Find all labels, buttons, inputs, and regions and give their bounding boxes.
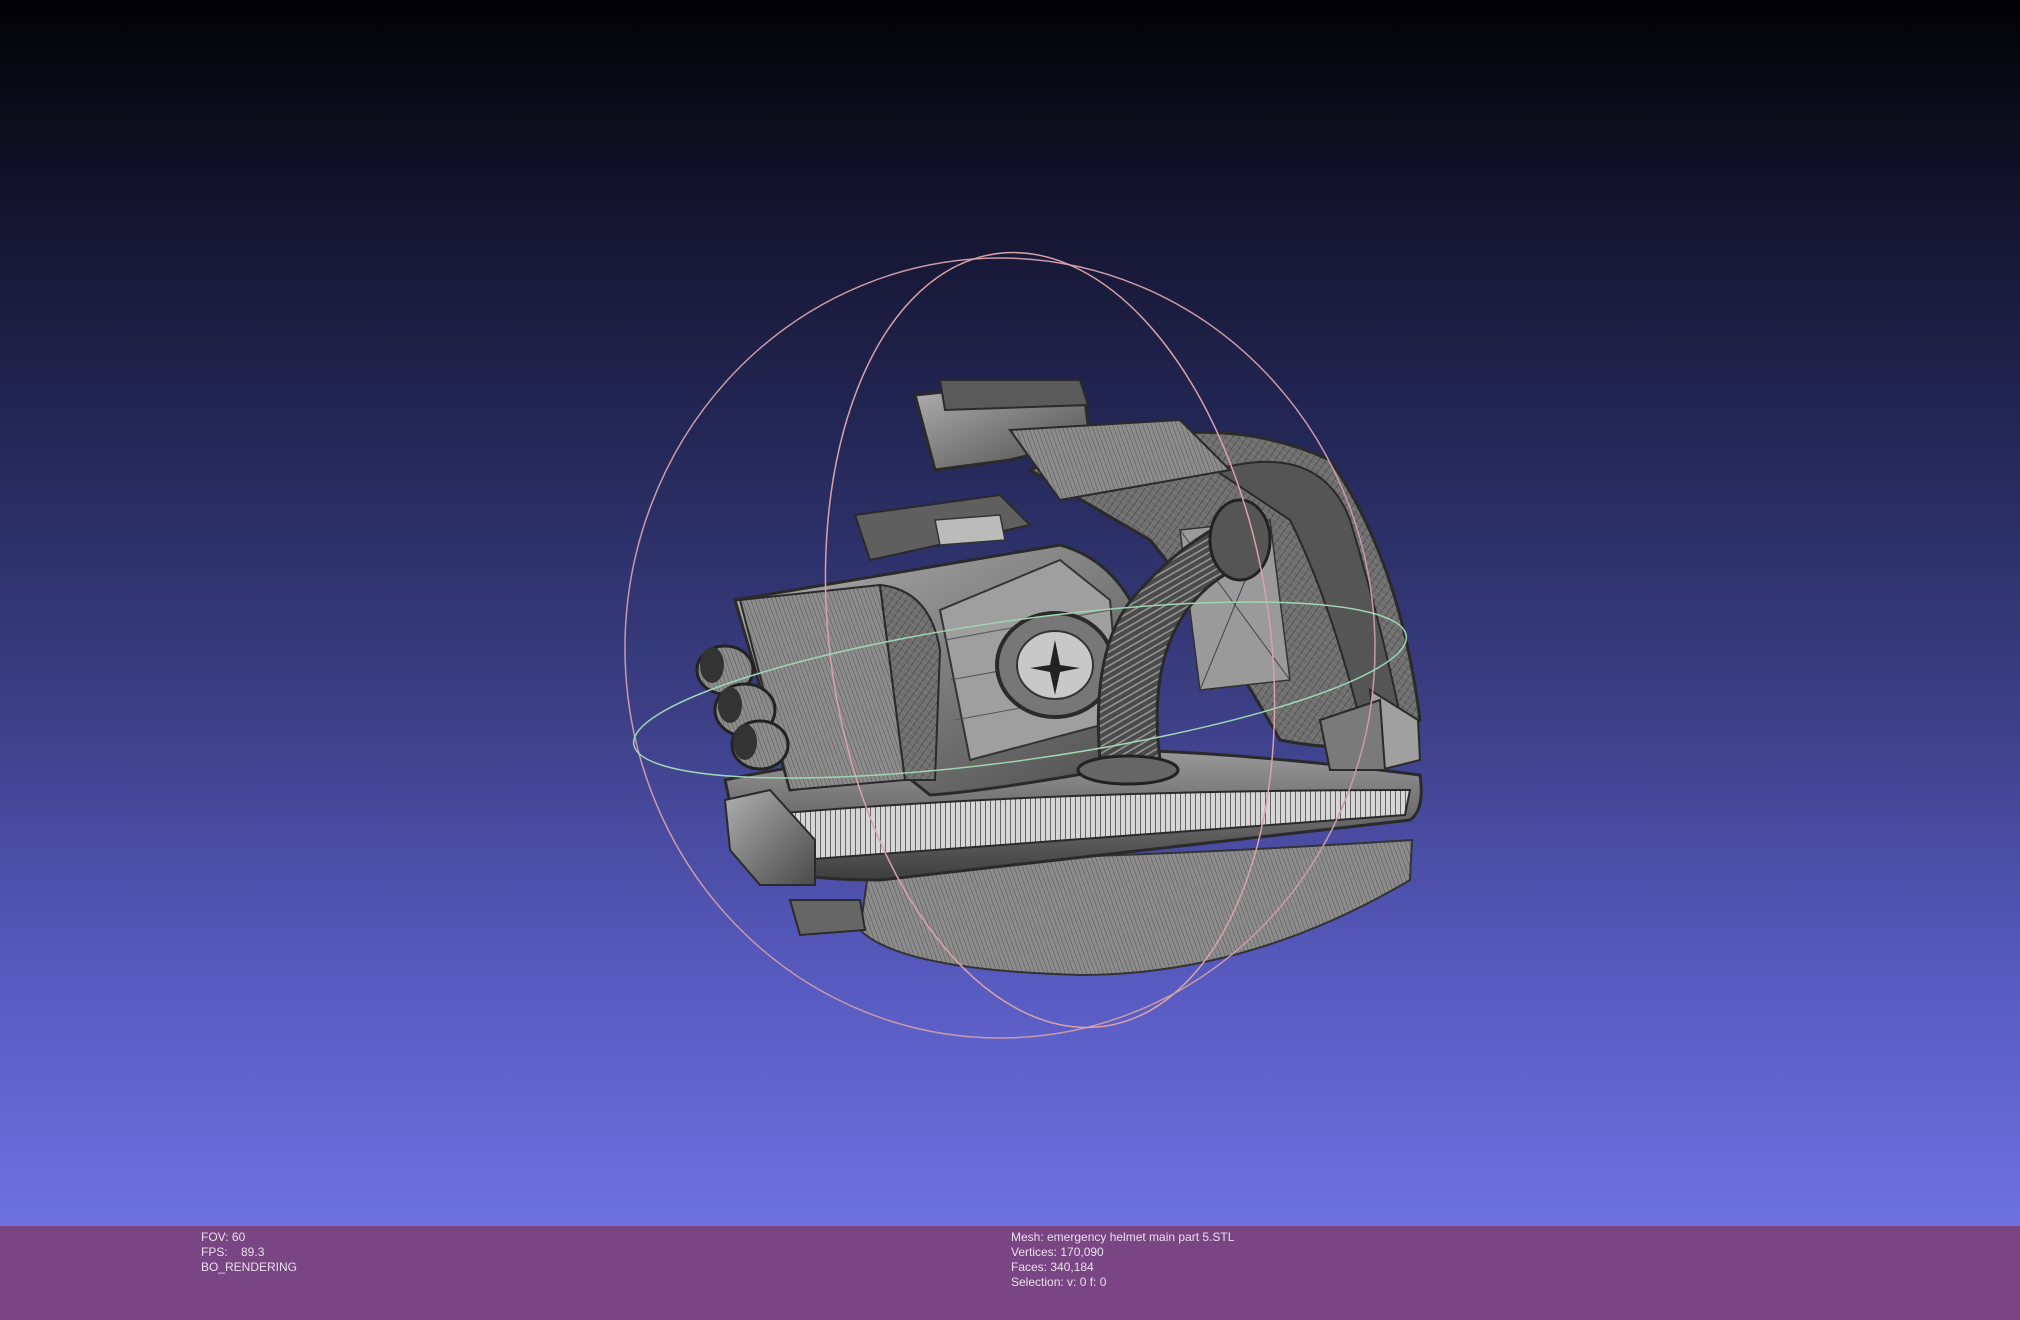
fps-readout: FPS: 89.3 — [201, 1245, 265, 1259]
render-info-panel: FOV: 60 FPS: 89.3 BO_RENDERING — [201, 1230, 297, 1275]
vertices-readout: Vertices: 170,090 — [1011, 1245, 1104, 1259]
mesh-name-readout: Mesh: emergency helmet main part 5.STL — [1011, 1230, 1235, 1244]
faces-readout: Faces: 340,184 — [1011, 1260, 1094, 1274]
selection-readout: Selection: v: 0 f: 0 — [1011, 1275, 1107, 1289]
helmet-mesh-model — [695, 379, 1423, 977]
scene-canvas[interactable] — [0, 0, 2020, 1226]
fov-readout: FOV: 60 — [201, 1230, 246, 1244]
render-mode-readout: BO_RENDERING — [201, 1260, 298, 1274]
3d-viewport[interactable] — [0, 0, 2020, 1226]
info-bar: FOV: 60 FPS: 89.3 BO_RENDERING Mesh: eme… — [0, 1226, 2020, 1320]
mesh-info-panel: Mesh: emergency helmet main part 5.STL V… — [1011, 1230, 1234, 1290]
